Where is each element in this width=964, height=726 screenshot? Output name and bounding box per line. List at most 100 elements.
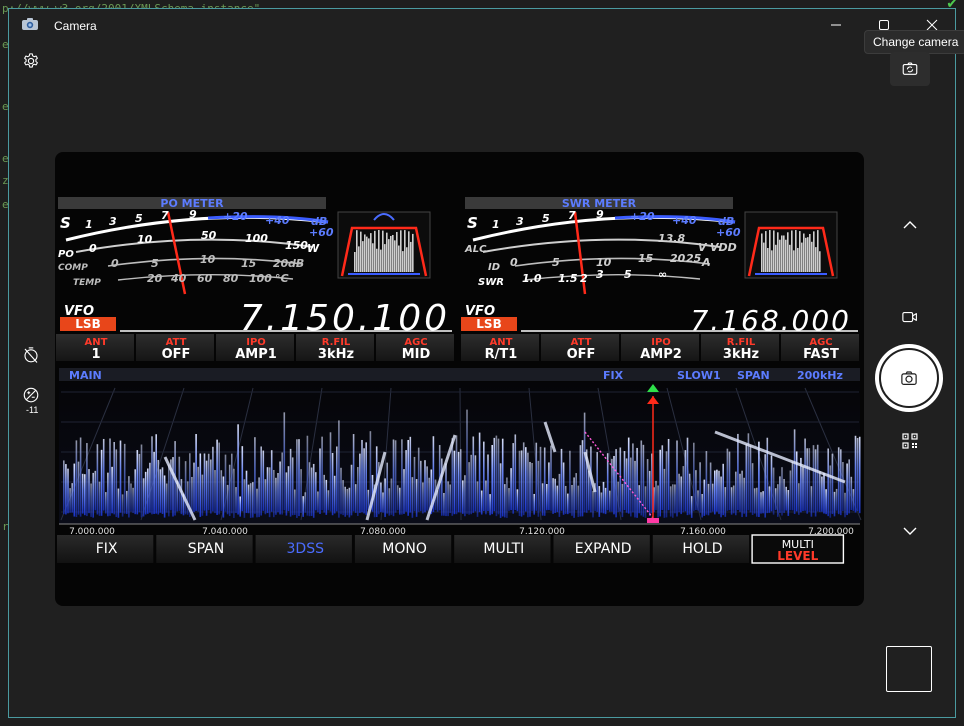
waterfall-bar xyxy=(252,482,254,518)
waterfall-bar xyxy=(180,479,183,515)
waterfall-bar xyxy=(604,487,607,515)
waterfall-bar xyxy=(577,485,580,518)
scale-temp-tick: 40 xyxy=(170,272,187,285)
take-photo-button[interactable] xyxy=(875,344,943,412)
waterfall-bar xyxy=(777,484,779,517)
timer-button[interactable] xyxy=(19,343,43,367)
waterfall-bar xyxy=(512,443,514,514)
filter-spectrum-bar xyxy=(819,251,821,272)
scroll-down-button[interactable] xyxy=(898,519,922,543)
waterfall-bar xyxy=(315,472,317,511)
last-capture-thumbnail[interactable] xyxy=(886,646,932,692)
waterfall-bar xyxy=(789,470,792,511)
waterfall-bar xyxy=(508,488,510,511)
softkey-label: MULTI xyxy=(483,541,524,557)
scale-swr-tick: 3 xyxy=(596,268,604,281)
waterfall-bar xyxy=(287,466,290,512)
filter-spectrum-bar xyxy=(354,252,356,272)
waterfall-bar xyxy=(726,448,729,511)
filter-spectrum-bar xyxy=(370,233,372,272)
settings-button[interactable] xyxy=(19,49,43,73)
waterfall-bar xyxy=(205,460,208,516)
status-cell-value: MID xyxy=(402,347,431,362)
waterfall-bar xyxy=(819,471,821,512)
waterfall-bar xyxy=(730,487,733,515)
waterfall-bar xyxy=(798,483,800,515)
filter-spectrum-bar xyxy=(358,246,360,272)
waterfall-bar xyxy=(525,447,527,512)
scale-s-tick: 3 xyxy=(109,215,117,228)
filter-spectrum-bar xyxy=(376,248,378,272)
waterfall-bar xyxy=(663,468,666,518)
filter-spectrum-bar xyxy=(378,230,380,272)
waterfall-bar xyxy=(210,459,212,514)
minimize-button[interactable] xyxy=(813,9,859,41)
scale-s-tick-2: 1 xyxy=(492,218,500,231)
waterfall-bar xyxy=(812,445,815,513)
meter-arc-2 xyxy=(75,238,314,253)
scale-vdd-tick: VDD xyxy=(710,241,737,254)
filter-spectrum-bar xyxy=(787,232,789,272)
waterfall-bar xyxy=(466,409,468,514)
waterfall-bar xyxy=(588,470,590,511)
waterfall-bar xyxy=(493,437,496,512)
waterfall-bar xyxy=(617,481,619,513)
scale-s-tick: 9 xyxy=(189,208,197,221)
scale-id-tick: 20 xyxy=(670,252,686,265)
waterfall-bar xyxy=(558,473,561,517)
waterfall-bar xyxy=(678,473,680,513)
scope-span-value: 200kHz xyxy=(797,369,843,382)
waterfall-bar xyxy=(480,490,483,515)
waterfall-bar xyxy=(846,463,848,516)
filter-spectrum-bar xyxy=(767,247,769,272)
waterfall-bar xyxy=(634,460,636,518)
status-cell-value: R/T1 xyxy=(485,347,518,362)
waterfall-bar xyxy=(441,458,443,516)
waterfall-bar xyxy=(264,479,267,515)
waterfall-bar xyxy=(191,476,193,514)
scale-comp-tick: 10 xyxy=(200,253,216,266)
waterfall-bar xyxy=(600,492,603,513)
filter-spectrum-bar xyxy=(801,242,803,272)
waterfall-bar xyxy=(132,487,134,514)
waterfall-bar xyxy=(764,454,766,518)
qr-scan-button[interactable] xyxy=(898,429,922,453)
waterfall-bar xyxy=(329,432,332,512)
waterfall-bar xyxy=(768,486,771,513)
waterfall-bar xyxy=(718,470,720,515)
brightness-value: -11 xyxy=(26,405,39,415)
waterfall-bar xyxy=(304,492,307,513)
waterfall-bar xyxy=(774,488,777,511)
waterfall-bar xyxy=(312,463,315,518)
waterfall-bar xyxy=(697,490,699,511)
scroll-up-button[interactable] xyxy=(898,213,922,237)
softkeys: FIX SPAN 3DSS MONO MULTI EXPAND HOLD MULTILEVEL xyxy=(57,534,845,564)
waterfall-bar xyxy=(157,459,160,515)
radio-display: PO METER SWR METERS 1 3 5 7 9 +20 +40 dB+60PO 010 5… xyxy=(56,197,862,564)
title-bar[interactable]: Camera xyxy=(9,9,955,43)
waterfall-bar xyxy=(506,477,508,518)
scale-alc-label: ALC xyxy=(464,244,487,255)
vfo-frequency: 7.150.100 xyxy=(240,298,450,339)
waterfall-bar xyxy=(485,480,487,515)
waterfall-bar xyxy=(661,445,664,511)
filter-spectrum-bar xyxy=(366,236,368,272)
waterfall-bar xyxy=(102,438,105,511)
filter-spectrum-bar xyxy=(813,231,815,272)
filter-spectrum-bar xyxy=(763,242,765,272)
brightness-button[interactable] xyxy=(19,383,43,407)
waterfall-bar xyxy=(705,451,708,515)
waterfall-bar xyxy=(842,462,844,512)
waterfall-bar xyxy=(342,480,344,516)
change-camera-icon xyxy=(902,62,918,75)
waterfall-bar xyxy=(388,488,391,516)
scale-s-tick: +20 xyxy=(223,210,248,223)
waterfall-bar xyxy=(823,472,825,514)
waterfall-bar xyxy=(804,438,806,511)
video-mode-button[interactable] xyxy=(898,305,922,329)
scale-po-tick: 10 xyxy=(137,233,153,246)
change-camera-button[interactable] xyxy=(890,52,930,86)
waterfall-bar xyxy=(361,439,363,513)
waterfall-bar xyxy=(409,436,412,513)
filter-spectrum-bar xyxy=(360,231,362,272)
